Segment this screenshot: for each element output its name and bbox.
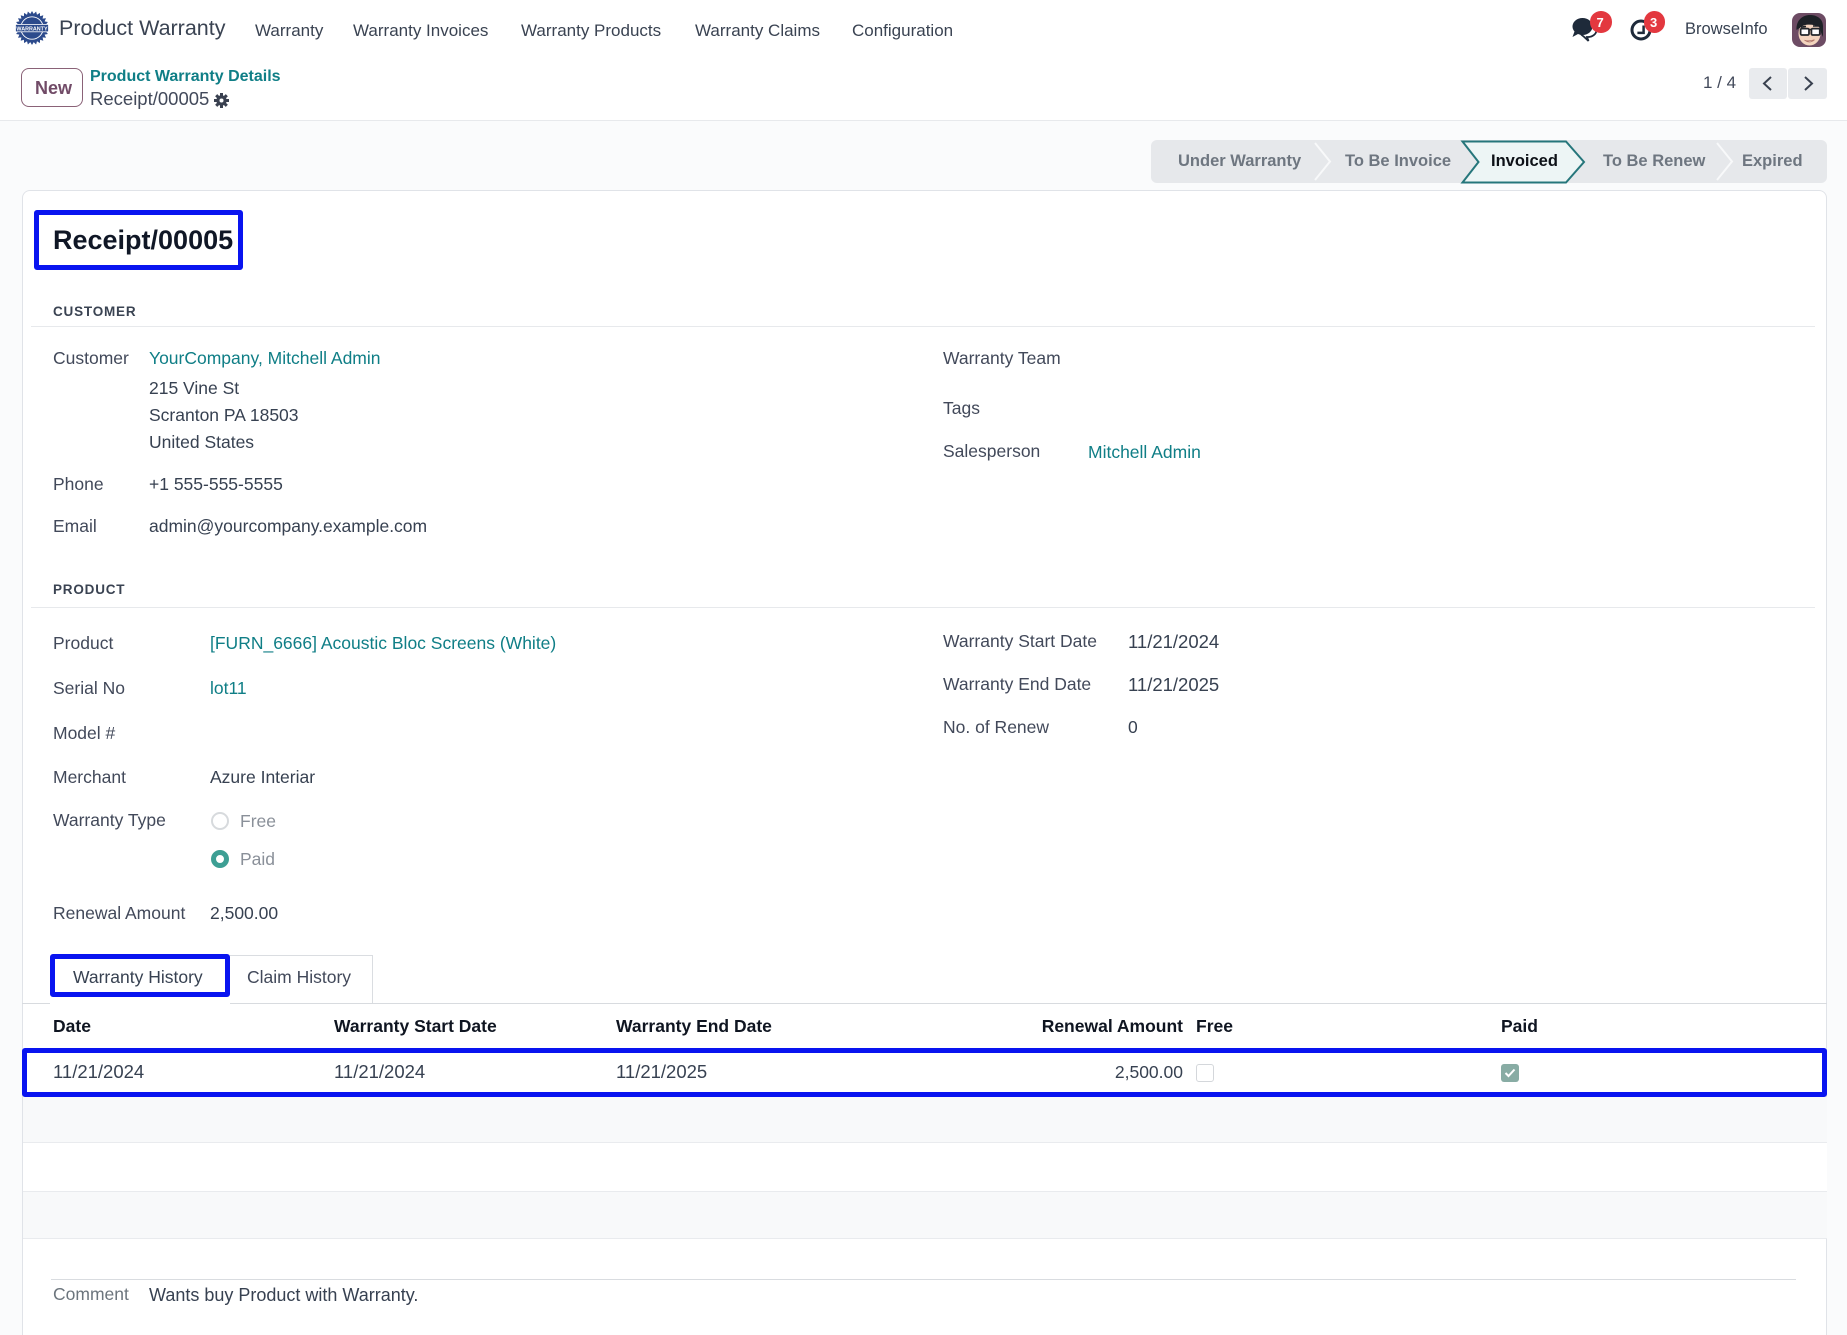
svg-text:WARRANTY: WARRANTY — [16, 27, 48, 33]
